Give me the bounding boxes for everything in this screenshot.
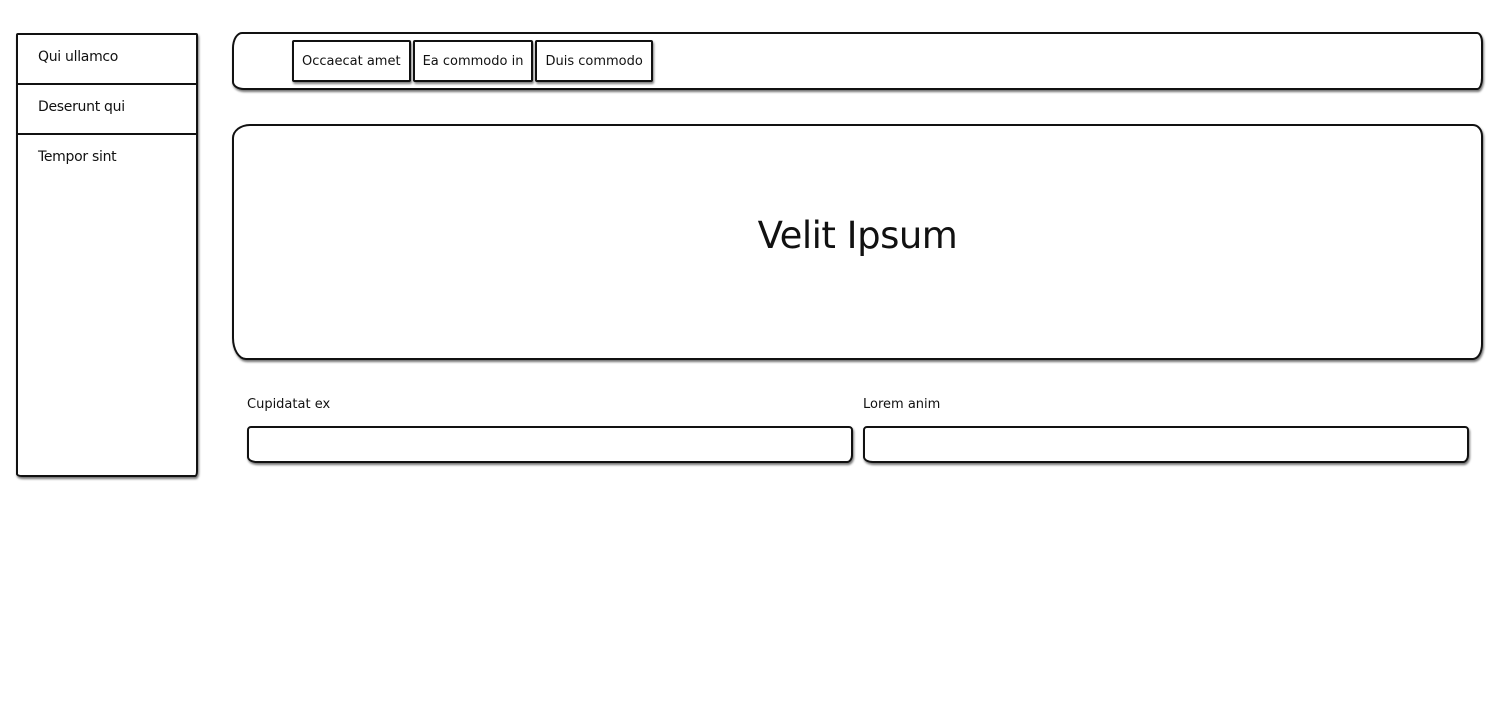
cupidatat-ex-input[interactable]	[247, 426, 853, 463]
sidebar: Qui ullamco Deserunt qui Tempor sint	[16, 33, 198, 477]
sidebar-item-deserunt-qui[interactable]: Deserunt qui	[18, 85, 196, 135]
tab-duis-commodo[interactable]: Duis commodo	[535, 40, 653, 82]
hero-title: Velit Ipsum	[757, 214, 958, 257]
tab-bar: Occaecat amet Ea commodo in Duis commodo	[232, 32, 1483, 90]
tab-list: Occaecat amet Ea commodo in Duis commodo	[292, 40, 653, 82]
sidebar-item-tempor-sint[interactable]: Tempor sint	[18, 135, 196, 185]
hero-panel: Velit Ipsum	[232, 124, 1483, 360]
tab-ea-commodo-in[interactable]: Ea commodo in	[412, 40, 534, 82]
lorem-anim-label: Lorem anim	[863, 397, 941, 412]
cupidatat-ex-label: Cupidatat ex	[247, 397, 331, 412]
sidebar-item-qui-ullamco[interactable]: Qui ullamco	[18, 35, 196, 85]
sidebar-item-label: Qui ullamco	[38, 49, 119, 65]
tab-occaecat-amet[interactable]: Occaecat amet	[292, 40, 411, 82]
sidebar-item-label: Tempor sint	[38, 149, 117, 165]
lorem-anim-input[interactable]	[863, 426, 1469, 463]
sidebar-item-label: Deserunt qui	[38, 99, 125, 115]
